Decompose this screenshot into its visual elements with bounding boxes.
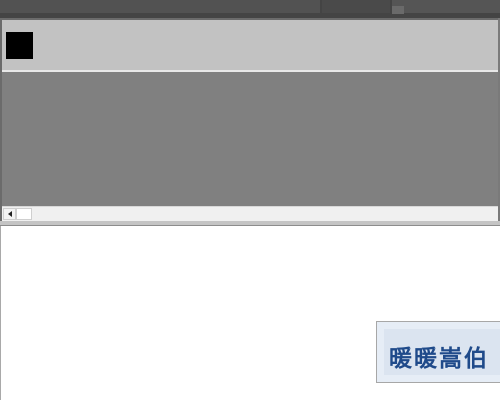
top-strip-segment bbox=[322, 0, 390, 13]
horizontal-scrollbar[interactable] bbox=[2, 206, 500, 221]
scrollbar-thumb[interactable] bbox=[16, 208, 32, 220]
black-square-icon[interactable] bbox=[6, 32, 33, 59]
text-image: 暖暖嵩伯 bbox=[376, 321, 500, 383]
app-window: 暖暖嵩伯 bbox=[0, 0, 500, 400]
chevron-left-icon[interactable] bbox=[3, 208, 16, 220]
top-strip-segment bbox=[392, 0, 500, 13]
top-strip bbox=[0, 0, 500, 19]
top-strip-segment bbox=[0, 0, 320, 13]
workspace-area bbox=[2, 72, 500, 206]
toolbar bbox=[2, 20, 500, 72]
top-strip-marker bbox=[392, 6, 404, 14]
upper-panel bbox=[0, 18, 500, 221]
text-image-label: 暖暖嵩伯 bbox=[389, 346, 489, 372]
